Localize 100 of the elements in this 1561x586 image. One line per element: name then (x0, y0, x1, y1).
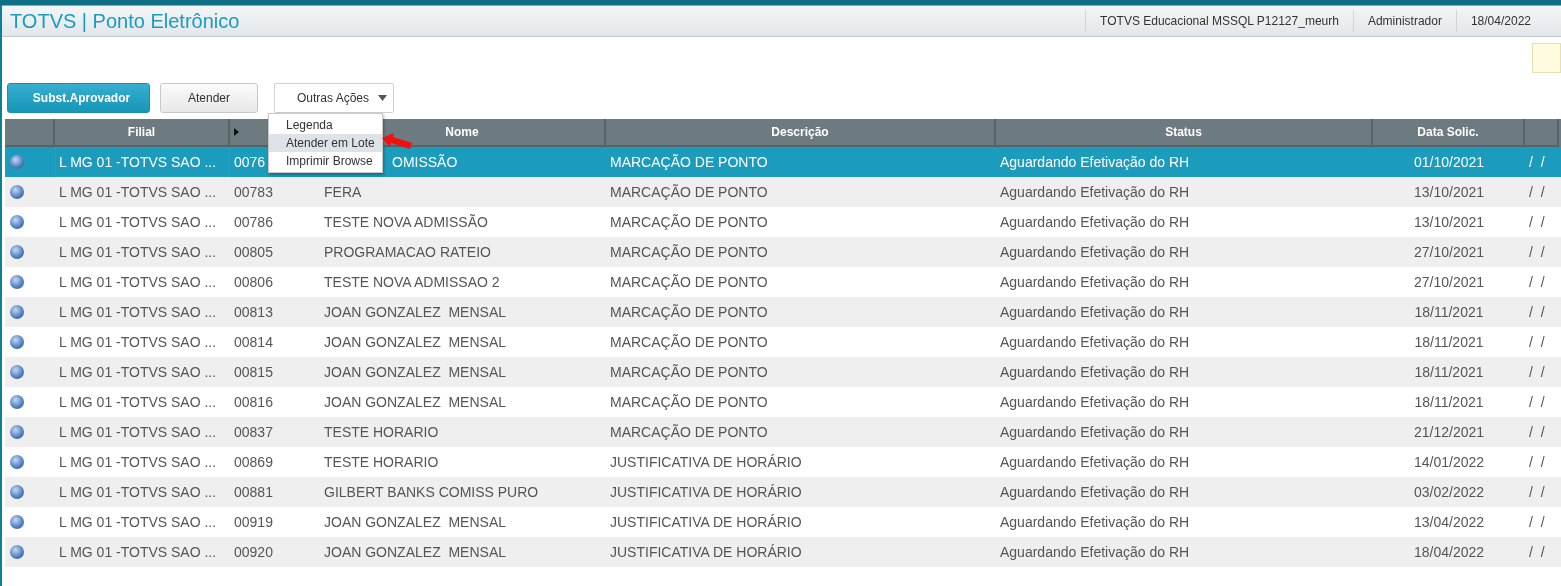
table-cell: MARCAÇÃO DE PONTO (610, 334, 768, 350)
table-cell: MARCAÇÃO DE PONTO (610, 424, 768, 440)
table-cell: / / (1529, 304, 1545, 320)
table-row[interactable]: L MG 01 -TOTVS SAO ... 00920 JOAN GONZALEZ MENSAL JUSTIFICATIVA DE HORÁRIO Aguardando Efetivação do RH 18/04/2022 / / (5, 537, 1561, 567)
table-cell: / / (1529, 184, 1545, 200)
table-cell: L MG 01 -TOTVS SAO ... (59, 364, 217, 380)
table-cell: 01/10/2021 (1413, 154, 1485, 170)
table-row[interactable]: L MG 01 -TOTVS SAO ... 00815 JOAN GONZALEZ MENSAL MARCAÇÃO DE PONTO Aguardando Efetivação do RH 18/11/2021 / / (5, 357, 1561, 387)
table-cell: Aguardando Efetivação do RH (1000, 394, 1190, 410)
table-cell: 18/04/2022 (1413, 544, 1485, 560)
table-cell: TESTE NOVA ADMISSÃO (324, 214, 488, 230)
table-cell: 00786 (234, 214, 273, 230)
table-cell: 00881 (234, 484, 273, 500)
table-cell: MARCAÇÃO DE PONTO (610, 154, 768, 170)
table-cell: 18/11/2021 (1414, 334, 1484, 350)
action-button[interactable]: Atender (160, 83, 258, 113)
status-icon (10, 155, 24, 169)
table-cell: L MG 01 -TOTVS SAO ... (59, 454, 217, 470)
table-cell: L MG 01 -TOTVS SAO ... (59, 154, 217, 170)
table-cell: 00869 (234, 454, 273, 470)
table-cell: 27/10/2021 (1413, 244, 1485, 260)
table-cell: L MG 01 -TOTVS SAO ... (59, 484, 217, 500)
table-cell: TESTE NOVA ADMISSAO 2 (324, 274, 500, 290)
note-box (1532, 43, 1561, 73)
table-cell: 13/04/2022 (1413, 514, 1485, 530)
table-cell: Aguardando Efetivação do RH (1000, 154, 1190, 170)
table-cell: 18/11/2021 (1414, 394, 1484, 410)
table-cell: 14/01/2022 (1413, 454, 1485, 470)
table-cell: L MG 01 -TOTVS SAO ... (59, 424, 217, 440)
table-cell: / / (1529, 244, 1545, 260)
table-cell: JOAN GONZALEZ MENSAL (324, 544, 507, 560)
table-cell: MARCAÇÃO DE PONTO (610, 184, 768, 200)
table-cell: Aguardando Efetivação do RH (1000, 424, 1190, 440)
table-cell: Aguardando Efetivação do RH (1000, 454, 1190, 470)
table-cell: JUSTIFICATIVA DE HORÁRIO (610, 544, 802, 560)
table-cell: TESTE HORARIO (324, 424, 439, 440)
table-row[interactable]: L MG 01 -TOTVS SAO ... 00805 PROGRAMACAO RATEIO MARCAÇÃO DE PONTO Aguardando Efetivação do RH 27/10/2021 / / (5, 237, 1561, 267)
table-cell: Aguardando Efetivação do RH (1000, 184, 1190, 200)
status-icon (10, 185, 24, 199)
table-cell: / / (1529, 334, 1545, 350)
table-cell: JOAN GONZALEZ MENSAL (324, 364, 507, 380)
table-cell: L MG 01 -TOTVS SAO ... (59, 244, 217, 260)
table-cell: 00814 (234, 334, 273, 350)
table-cell: JUSTIFICATIVA DE HORÁRIO (610, 454, 802, 470)
table-cell: MARCAÇÃO DE PONTO (610, 304, 768, 320)
table-cell: JUSTIFICATIVA DE HORÁRIO (610, 484, 802, 500)
table-cell: L MG 01 -TOTVS SAO ... (59, 214, 217, 230)
header-info: Administrador (1352, 10, 1456, 32)
menu-item[interactable]: Legenda (269, 116, 382, 134)
table-cell: L MG 01 -TOTVS SAO ... (59, 394, 217, 410)
status-icon (10, 365, 24, 379)
table-cell: FERA (324, 184, 362, 200)
table-cell: / / (1529, 484, 1545, 500)
table-cell: 03/02/2022 (1413, 484, 1485, 500)
status-icon (10, 395, 24, 409)
menu-item[interactable]: Imprimir Browse (269, 152, 382, 170)
table-cell: MARCAÇÃO DE PONTO (610, 244, 768, 260)
table-cell: / / (1529, 154, 1545, 170)
table-cell: 13/10/2021 (1413, 214, 1485, 230)
window-title: TOTVS | Ponto Eletrônico (9, 9, 241, 33)
table-cell: / / (1529, 394, 1545, 410)
table-cell: L MG 01 -TOTVS SAO ... (59, 274, 217, 290)
table-cell: / / (1529, 544, 1545, 560)
table-cell: MARCAÇÃO DE PONTO (610, 364, 768, 380)
table-cell: 00805 (234, 244, 273, 260)
table-cell: L MG 01 -TOTVS SAO ... (59, 304, 217, 320)
table-cell: 00815 (234, 364, 273, 380)
status-icon (10, 245, 24, 259)
table-cell: OMISSÃO (392, 154, 458, 170)
caret-icon (378, 95, 387, 101)
table-cell: / / (1529, 274, 1545, 290)
table-cell: Aguardando Efetivação do RH (1000, 544, 1190, 560)
table-row[interactable]: L MG 01 -TOTVS SAO ... 00837 TESTE HORARIO MARCAÇÃO DE PONTO Aguardando Efetivação do RH 21/12/2021 / / (5, 417, 1561, 447)
table-cell: L MG 01 -TOTVS SAO ... (59, 334, 217, 350)
table-cell: Aguardando Efetivação do RH (1000, 484, 1190, 500)
table-cell: MARCAÇÃO DE PONTO (610, 394, 768, 410)
status-icon (10, 485, 24, 499)
table-cell: 18/11/2021 (1414, 304, 1484, 320)
table-row[interactable]: L MG 01 -TOTVS SAO ... 00881 GILBERT BANKS COMISS PURO JUSTIFICATIVA DE HORÁRIO Aguardando Efetivação do RH 03/02/2022 / / (5, 477, 1561, 507)
table-row[interactable]: L MG 01 -TOTVS SAO ... 00783 FERA MARCAÇÃO DE PONTO Aguardando Efetivação do RH 13/10/2021 / / (5, 177, 1561, 207)
actions-dropdown[interactable]: Outras Ações (274, 83, 394, 113)
menu-item[interactable]: Atender em Lote (269, 134, 382, 152)
sort-icon (234, 128, 239, 136)
table-cell: 00813 (234, 304, 273, 320)
table-cell: 27/10/2021 (1413, 274, 1485, 290)
table-cell: 00806 (234, 274, 273, 290)
table-cell: JOAN GONZALEZ MENSAL (324, 334, 507, 350)
table-row[interactable]: L MG 01 -TOTVS SAO ... 00813 JOAN GONZALEZ MENSAL MARCAÇÃO DE PONTO Aguardando Efetivação do RH 18/11/2021 / / (5, 297, 1561, 327)
table-cell: Aguardando Efetivação do RH (1000, 274, 1190, 290)
table-cell: JOAN GONZALEZ MENSAL (324, 394, 507, 410)
table-cell: / / (1529, 514, 1545, 530)
status-icon (10, 275, 24, 289)
table-cell: MARCAÇÃO DE PONTO (610, 274, 768, 290)
table-cell: 00920 (234, 544, 273, 560)
table-cell: MARCAÇÃO DE PONTO (610, 214, 768, 230)
table-cell: 0076 (234, 154, 266, 170)
table-cell: Aguardando Efetivação do RH (1000, 334, 1190, 350)
status-icon (10, 425, 24, 439)
table-cell: L MG 01 -TOTVS SAO ... (59, 514, 217, 530)
header-info: 18/04/2022 (1455, 10, 1545, 32)
